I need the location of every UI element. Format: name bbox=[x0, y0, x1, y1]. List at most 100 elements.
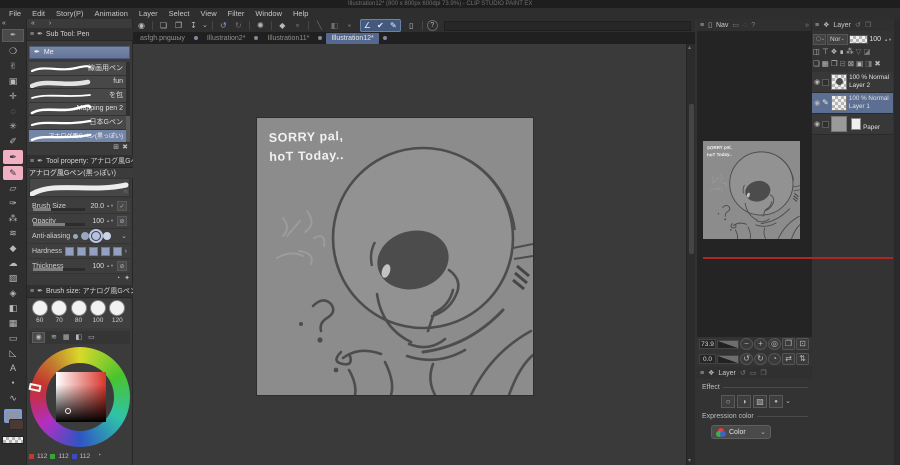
scrollbar-thumb[interactable] bbox=[689, 104, 694, 254]
chevron-down-icon[interactable]: ⌄ bbox=[121, 233, 127, 240]
flip-horizontal-button[interactable]: ⇄ bbox=[782, 353, 795, 365]
history-tab-icon[interactable]: ▭ bbox=[88, 334, 95, 341]
layer-opacity-value[interactable]: 100 bbox=[869, 36, 881, 43]
reset-icon[interactable]: ◔ bbox=[116, 275, 120, 282]
tool-pencil[interactable]: ✎ bbox=[3, 166, 23, 180]
rotate-right-button[interactable]: ↻ bbox=[754, 353, 767, 365]
item-bank-tab-icon[interactable]: ◌ bbox=[743, 22, 747, 29]
tool-airbrush[interactable]: ⁂ bbox=[3, 211, 24, 226]
flip-vertical-button[interactable]: ⇅ bbox=[796, 353, 809, 365]
tool-hand[interactable]: ✌ bbox=[3, 59, 24, 74]
hardness-step[interactable] bbox=[88, 246, 98, 256]
navigator-tab-label[interactable]: Nav bbox=[716, 22, 728, 29]
tool-balloon[interactable]: ● bbox=[3, 376, 24, 391]
size-preset-70[interactable]: 70 bbox=[50, 300, 68, 328]
size-preset-120[interactable]: 120 bbox=[109, 300, 126, 328]
fill-shape-button[interactable]: ◆ bbox=[276, 20, 289, 31]
paper-thumbnail[interactable] bbox=[831, 116, 848, 132]
thickness-row[interactable]: Thickness 100 ▲▼ ⊘ bbox=[29, 259, 130, 274]
hardness-step[interactable] bbox=[100, 246, 110, 256]
square-button-disabled[interactable]: ▪ bbox=[343, 20, 356, 31]
active-tool-indicator[interactable]: ✒ bbox=[2, 29, 24, 42]
tone-effect-button[interactable]: ◑ bbox=[737, 395, 751, 408]
transparent-color-swatch[interactable] bbox=[2, 436, 24, 444]
eye-icon[interactable]: ◉ bbox=[814, 121, 820, 128]
menu-edit[interactable]: Edit bbox=[32, 9, 45, 18]
palette-color-dropdown[interactable]: ▢ ⌄ bbox=[813, 34, 826, 45]
size-preset-80[interactable]: 80 bbox=[70, 300, 87, 328]
line-button-disabled[interactable]: ╲ bbox=[313, 20, 326, 31]
layer-property-tab-label[interactable]: Layer bbox=[718, 370, 736, 377]
ruler-range-icon[interactable]: ◪ bbox=[863, 48, 870, 56]
reference-layer-icon[interactable]: ❖ bbox=[831, 48, 838, 56]
brush-size-option-button[interactable]: ✓ bbox=[117, 201, 127, 211]
tool-decoration[interactable]: ≋ bbox=[3, 226, 24, 241]
tool-frame[interactable]: ▭ bbox=[3, 331, 24, 346]
aa-weak-option[interactable] bbox=[81, 232, 90, 240]
navigator-thumbnail[interactable]: SORRY pal, hoT Today.. bbox=[703, 141, 800, 239]
size-preset-60[interactable]: 60 bbox=[31, 300, 48, 328]
color-set-tab-icon[interactable]: ▦ bbox=[63, 334, 70, 341]
aa-strong-option[interactable] bbox=[103, 232, 112, 240]
scroll-up-icon[interactable]: ▴ bbox=[688, 45, 691, 51]
tool-wand[interactable]: ✳ bbox=[3, 119, 24, 134]
menu-view[interactable]: View bbox=[201, 9, 217, 18]
panel-menu-icon[interactable]: ≡ bbox=[700, 22, 704, 29]
animation-tab-icon[interactable]: ↺ bbox=[740, 370, 746, 377]
layer-checkbox[interactable] bbox=[822, 120, 830, 128]
collapse-right-icon[interactable]: » bbox=[805, 22, 809, 29]
layer-tab-label[interactable]: Layer bbox=[833, 22, 851, 29]
tab-asfgh[interactable]: asfgh.pngшыу bbox=[135, 33, 190, 44]
stepper-icon[interactable]: ▲▼ bbox=[106, 264, 114, 268]
rotate-slider[interactable] bbox=[717, 354, 739, 364]
aa-middle-option-selected[interactable] bbox=[89, 229, 104, 243]
layer-row-layer1-selected[interactable]: ◉ ✎ 100 % Normal Layer 1 bbox=[812, 93, 893, 114]
wrench-icon[interactable]: ✦ bbox=[124, 275, 130, 282]
background-color-swatch[interactable] bbox=[8, 419, 24, 430]
canvas-area[interactable]: SORRY pal, hoT Today.. ▴ ▾ bbox=[133, 44, 695, 465]
history-tab-icon[interactable]: ↺ bbox=[855, 22, 861, 29]
layer-row-paper[interactable]: ◉ Paper bbox=[812, 114, 893, 135]
hardness-step[interactable] bbox=[112, 246, 122, 256]
scroll-down-icon[interactable]: ▾ bbox=[688, 458, 691, 464]
tool-pen[interactable]: ✒ bbox=[3, 150, 23, 164]
color-wheel-tab-icon[interactable]: ◉ bbox=[32, 332, 45, 343]
anti-aliasing-row[interactable]: Anti-aliasing ⌄ bbox=[29, 229, 130, 244]
menu-file[interactable]: File bbox=[9, 9, 21, 18]
tool-text[interactable]: A bbox=[3, 361, 24, 376]
brush-item-selected[interactable]: アナログ風Gペン(黒っぽい) bbox=[29, 129, 130, 143]
lock-transparent-icon[interactable]: ⁂ bbox=[846, 48, 854, 56]
tab-illustration12-active[interactable]: Illustration12* bbox=[326, 32, 379, 44]
zoom-value[interactable]: 73.9 bbox=[699, 339, 716, 349]
menu-filter[interactable]: Filter bbox=[228, 9, 245, 18]
hardness-row[interactable]: Hardness › bbox=[29, 244, 130, 259]
brush-size-row[interactable]: Brush Size 20.0 ▲▼ ✓ bbox=[29, 199, 130, 214]
add-brush-icon[interactable]: ⊞ bbox=[113, 144, 119, 151]
zoom-in-button[interactable]: + bbox=[754, 338, 767, 350]
layer-row-layer2[interactable]: ◉ 100 % Normal Layer 2 bbox=[812, 72, 893, 93]
chevron-right-icon[interactable]: › bbox=[125, 248, 127, 255]
panel-menu-icon[interactable]: ≡ bbox=[700, 370, 704, 377]
tool-pattern[interactable]: ▦ bbox=[3, 316, 24, 331]
subview-tab-icon[interactable]: ▭ bbox=[732, 22, 739, 29]
tool-eraser[interactable]: ◆ bbox=[3, 241, 24, 256]
menu-layer[interactable]: Layer bbox=[139, 9, 158, 18]
tool-move[interactable]: ✛ bbox=[3, 89, 24, 104]
brush-size-value[interactable]: 20.0 bbox=[90, 203, 104, 210]
eye-icon[interactable]: ◉ bbox=[814, 79, 820, 86]
tab-illustration2[interactable]: Illustration2* bbox=[202, 33, 251, 44]
new-layer-icon[interactable]: ❏ bbox=[813, 60, 820, 68]
actual-size-button[interactable]: ❐ bbox=[782, 338, 795, 350]
sv-marker[interactable] bbox=[65, 408, 71, 414]
menu-animation[interactable]: Animation bbox=[95, 9, 128, 18]
tool-fill[interactable]: ▨ bbox=[3, 271, 24, 286]
rotate-left-button[interactable]: ↺ bbox=[740, 353, 753, 365]
aa-none-option[interactable] bbox=[73, 233, 79, 239]
brush-item[interactable]: を包 bbox=[29, 89, 130, 103]
fullscreen-button[interactable]: ⊡ bbox=[796, 338, 809, 350]
canvas[interactable]: SORRY pal, hoT Today.. bbox=[255, 116, 535, 397]
menu-help[interactable]: Help bbox=[293, 9, 308, 18]
chevron-down-icon[interactable]: ⌄ bbox=[785, 395, 791, 408]
hardness-step[interactable] bbox=[64, 246, 74, 256]
layer-opacity-slider[interactable] bbox=[848, 35, 869, 44]
